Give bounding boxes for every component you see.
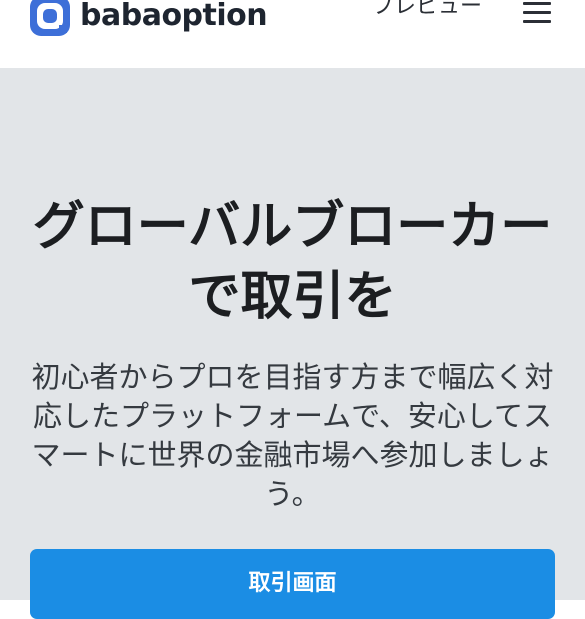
menu-bar-middle bbox=[523, 11, 551, 14]
menu-bar-bottom bbox=[523, 20, 551, 23]
top-navbar: babaoption プレビュー bbox=[0, 0, 585, 68]
brand-logo[interactable]: babaoption bbox=[30, 0, 268, 38]
hero-description: 初心者からプロを目指す方まで幅広く対応したプラットフォームで、安心してスマートに… bbox=[31, 360, 554, 511]
hamburger-menu-icon[interactable] bbox=[523, 2, 551, 24]
brand-name: babaoption bbox=[80, 0, 268, 33]
babaoption-logo-icon bbox=[30, 0, 70, 36]
trade-screen-button[interactable]: 取引画面 bbox=[30, 549, 555, 619]
hero-title: グローバルブローカーで取引を bbox=[32, 197, 553, 327]
menu-bar-top bbox=[523, 2, 551, 5]
preview-link[interactable]: プレビュー bbox=[372, 0, 482, 18]
hero-section: グローバルブローカーで取引を 初心者からプロを目指す方まで幅広く対応したプラット… bbox=[0, 68, 585, 619]
